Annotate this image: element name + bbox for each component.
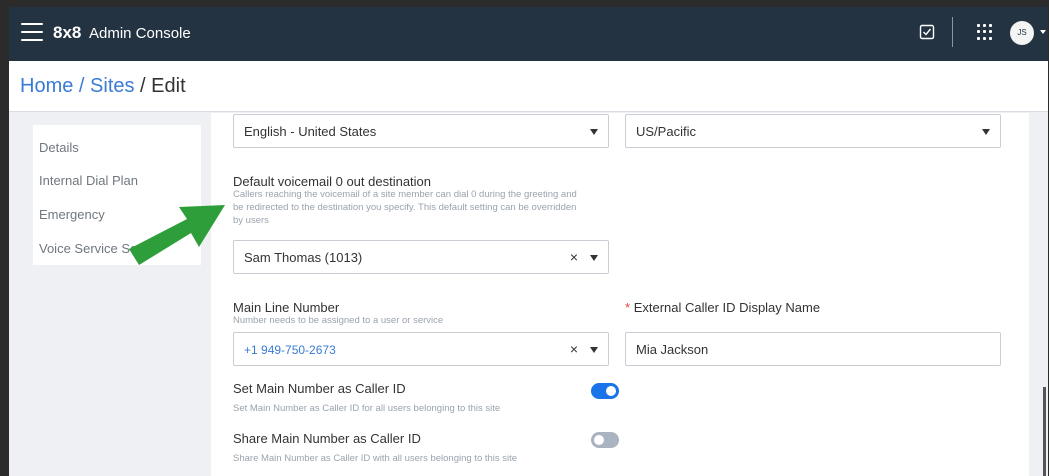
breadcrumb: Home / Sites / Edit — [20, 75, 186, 98]
voicemail-destination-hint-line: by users — [233, 215, 269, 226]
toggle-knob — [594, 435, 604, 445]
brand-logo: 8x8 — [53, 23, 82, 42]
share-main-caller-id-hint: Share Main Number as Caller ID with all … — [233, 453, 518, 464]
sidebar-item-internal-dial-plan[interactable]: Internal Dial Plan — [39, 173, 138, 188]
set-main-caller-id-label: Set Main Number as Caller ID — [233, 381, 406, 396]
caller-id-name-label: * External Caller ID Display Name — [625, 300, 820, 315]
share-main-caller-id-label: Share Main Number as Caller ID — [233, 431, 421, 446]
hamburger-menu-icon[interactable] — [21, 23, 43, 41]
voicemail-destination-hint-line: Callers reaching the voicemail of a site… — [233, 189, 577, 200]
set-main-caller-id-hint: Set Main Number as Caller ID for all use… — [233, 403, 501, 414]
set-main-caller-id-toggle[interactable] — [591, 383, 619, 399]
dropdown-caret-icon — [982, 129, 990, 135]
voicemail-destination-label: Default voicemail 0 out destination — [233, 174, 432, 189]
topbar-divider — [952, 17, 953, 47]
main-line-number-value: +1 949-750-2673 — [244, 343, 336, 357]
sidebar-item-details[interactable]: Details — [39, 140, 79, 155]
sidebar-item-emergency[interactable]: Emergency — [39, 207, 105, 222]
site-edit-form: English - United States US/Pacific Defau… — [211, 113, 1029, 476]
share-main-caller-id-toggle[interactable] — [591, 432, 619, 448]
breadcrumb-sites-link[interactable]: Sites — [90, 75, 134, 97]
clear-selection-icon[interactable]: × — [570, 249, 578, 265]
annotation-arrow-icon — [129, 205, 225, 265]
clear-selection-icon[interactable]: × — [570, 341, 578, 357]
dropdown-caret-icon — [590, 129, 598, 135]
dropdown-caret-icon — [590, 347, 598, 353]
user-avatar[interactable]: JS — [1010, 21, 1034, 45]
apps-grid-icon[interactable] — [977, 24, 993, 40]
caller-id-name-label-text: External Caller ID Display Name — [633, 300, 821, 315]
dropdown-caret-icon — [590, 255, 598, 261]
required-asterisk: * — [625, 300, 631, 315]
breadcrumb-bar: Home / Sites / Edit — [9, 61, 1048, 112]
main-line-number-hint: Number needs to be assigned to a user or… — [233, 315, 444, 326]
page-scrollbar[interactable] — [1043, 387, 1046, 476]
main-line-number-select[interactable]: +1 949-750-2673 × — [233, 332, 609, 366]
voicemail-destination-hint-line: be redirected to the destination you spe… — [233, 202, 577, 213]
tasks-checkbox-icon[interactable] — [919, 24, 935, 40]
breadcrumb-separator: / — [134, 75, 152, 97]
caller-id-name-input[interactable] — [625, 332, 1001, 366]
voicemail-destination-value: Sam Thomas (1013) — [244, 250, 363, 265]
app-window: 8x8 Admin Console JS Home / Sites / Edit… — [9, 7, 1048, 476]
sidebar-item-voice-service-settings[interactable]: Voice Service Se — [39, 241, 137, 256]
chevron-down-icon[interactable] — [1040, 30, 1046, 34]
top-navigation-bar: 8x8 Admin Console JS — [9, 7, 1048, 61]
voicemail-destination-select[interactable]: Sam Thomas (1013) × — [233, 240, 609, 274]
language-select[interactable]: English - United States — [233, 114, 609, 148]
breadcrumb-current: Edit — [151, 75, 186, 97]
timezone-select[interactable]: US/Pacific — [625, 114, 1001, 148]
language-select-value: English - United States — [244, 124, 377, 139]
main-line-number-label: Main Line Number — [233, 300, 340, 315]
app-name: Admin Console — [89, 25, 191, 42]
breadcrumb-home-link[interactable]: Home — [20, 75, 73, 97]
toggle-knob — [606, 386, 616, 396]
breadcrumb-separator: / — [73, 75, 91, 97]
timezone-select-value: US/Pacific — [636, 124, 696, 139]
